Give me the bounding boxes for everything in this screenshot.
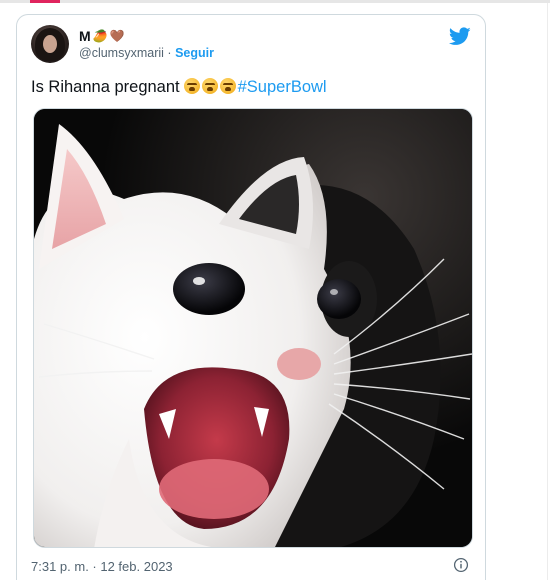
follow-button[interactable]: Seguir bbox=[175, 46, 214, 60]
page-right-divider bbox=[547, 3, 548, 580]
screaming-cat-photo bbox=[34, 109, 472, 547]
tweet-photo[interactable] bbox=[33, 108, 473, 548]
browser-top-accent bbox=[30, 0, 60, 3]
user-block: M 🥭 🤎 @clumsyxmarii · Seguir bbox=[79, 27, 214, 60]
avatar[interactable] bbox=[31, 25, 69, 63]
tweet-text-body: Is Rihanna pregnant bbox=[31, 78, 180, 96]
tweet-timestamp[interactable]: 7:31 p. m. · 12 feb. 2023 bbox=[31, 559, 173, 574]
handle-row: @clumsyxmarii · Seguir bbox=[79, 46, 214, 60]
avatar-face bbox=[43, 35, 57, 53]
hashtag-link[interactable]: #SuperBowl bbox=[238, 78, 327, 96]
browser-top-rule bbox=[0, 0, 550, 3]
page: M 🥭 🤎 @clumsyxmarii · Seguir Is Rihanna … bbox=[0, 0, 550, 580]
display-name[interactable]: M bbox=[79, 28, 91, 44]
tired-face-emoji bbox=[183, 78, 200, 94]
tweet-text: Is Rihanna pregnant #SuperBowl bbox=[31, 78, 327, 97]
tweet-card: M 🥭 🤎 @clumsyxmarii · Seguir Is Rihanna … bbox=[16, 14, 486, 580]
tired-face-emoji bbox=[219, 78, 236, 94]
mango-emoji: 🥭 bbox=[92, 29, 108, 43]
info-icon[interactable] bbox=[453, 557, 469, 573]
twitter-bird-icon[interactable] bbox=[449, 27, 471, 46]
tired-face-emoji bbox=[201, 78, 218, 94]
name-row: M 🥭 🤎 bbox=[79, 27, 214, 45]
handle-separator: · bbox=[167, 46, 172, 60]
user-handle[interactable]: @clumsyxmarii bbox=[79, 46, 164, 60]
brown-heart-emoji: 🤎 bbox=[109, 29, 125, 43]
emoji-group bbox=[183, 78, 238, 96]
